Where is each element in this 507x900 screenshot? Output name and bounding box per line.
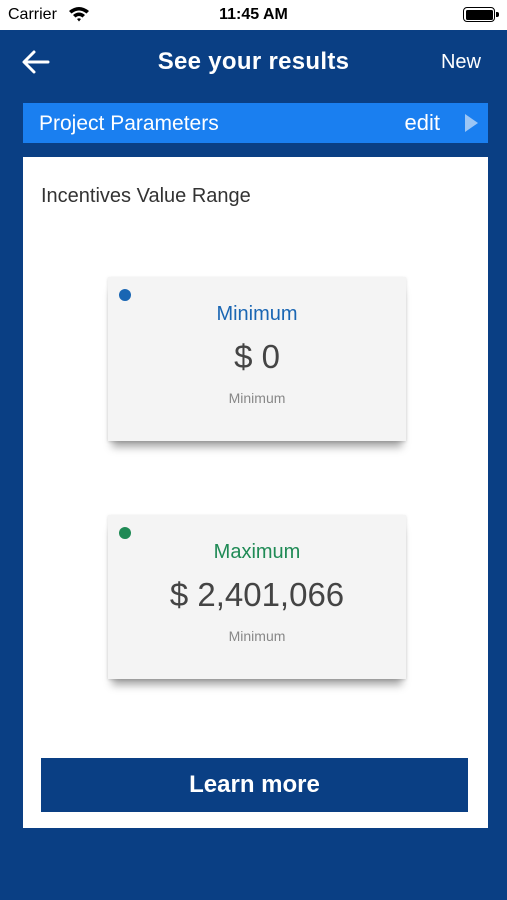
page-title: See your results	[157, 48, 350, 75]
minimum-value-card: Minimum $ 0 Minimum	[108, 277, 406, 441]
learn-more-button[interactable]: Learn more	[41, 758, 468, 812]
play-arrow-icon[interactable]	[465, 114, 478, 132]
maximum-label: Maximum	[213, 541, 301, 563]
maximum-value-card: Maximum $ 2,401,066 Minimum	[108, 515, 406, 679]
project-parameters-title: Project Parameters	[39, 112, 219, 135]
minimum-amount: $ 0	[234, 338, 280, 375]
edit-button[interactable]: edit	[405, 110, 440, 136]
minimum-sublabel: Minimum	[228, 390, 286, 406]
status-time: 11:45 AM	[219, 6, 288, 23]
section-heading: Incentives Value Range	[41, 185, 251, 207]
minimum-label: Minimum	[216, 303, 298, 325]
maximum-amount: $ 2,401,066	[169, 576, 345, 613]
status-bar: Carrier 11:45 AM	[0, 0, 507, 30]
battery-icon	[463, 7, 499, 22]
results-card: Incentives Value Range Minimum $ 0 Minim…	[23, 157, 488, 828]
nav-bar: See your results New	[0, 30, 507, 94]
new-button[interactable]: New	[441, 51, 481, 74]
minimum-dot-icon	[119, 289, 131, 301]
project-parameters-bar[interactable]: Project Parameters edit	[23, 103, 488, 143]
maximum-dot-icon	[119, 527, 131, 539]
maximum-sublabel: Minimum	[228, 628, 286, 644]
